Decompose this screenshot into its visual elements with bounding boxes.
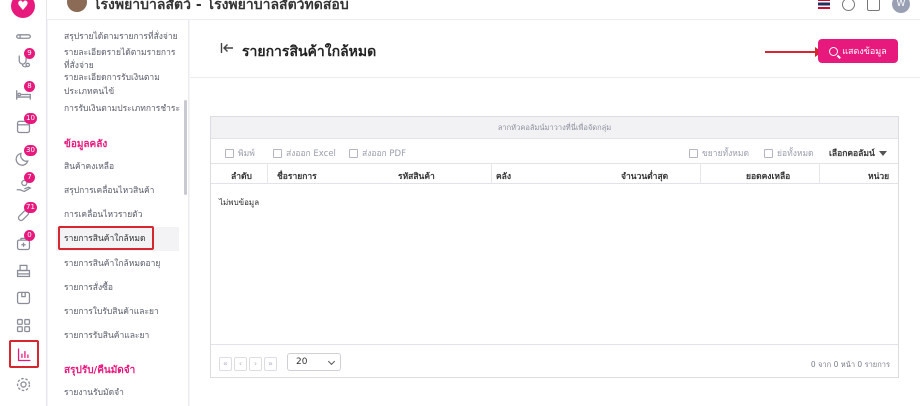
column-header[interactable]: หน่วย — [868, 169, 889, 183]
export-excel-button[interactable]: ส่งออก Excel — [273, 146, 336, 160]
badge: 8 — [24, 81, 35, 92]
help-icon[interactable] — [842, 0, 855, 11]
cash-register-icon[interactable] — [0, 257, 47, 283]
expand-all-label: ขยายทั้งหมด — [702, 149, 750, 159]
show-data-button[interactable]: แสดงข้อมูล — [818, 39, 898, 63]
choose-columns-button[interactable]: เลือกคอลัมน์ — [829, 146, 887, 160]
top-bar: โรงพยาบาลสัตว์ - โรงพยาบาลสัตว์ทดสอบ W — [47, 0, 920, 20]
print-button[interactable]: พิมพ์ — [225, 146, 255, 160]
search-icon — [829, 46, 839, 56]
last-page-button[interactable]: » — [264, 357, 277, 371]
hand-care-icon[interactable]: 7 — [0, 172, 47, 198]
badge: 9 — [24, 48, 35, 59]
menu-item[interactable]: ประเภทคนไข้ — [64, 86, 114, 98]
icon-rail: ♥ 9 8 10 30 7 71 0 — [0, 0, 47, 406]
settings-gear-icon[interactable] — [0, 371, 47, 397]
moon-icon[interactable]: 30 — [0, 145, 47, 171]
pill-icon[interactable]: 71 — [0, 202, 47, 228]
column-header[interactable]: คลัง — [496, 169, 511, 183]
badge: 10 — [24, 113, 37, 124]
menu-item[interactable]: รายการสินค้าใกล้หมดอายุ — [64, 258, 160, 270]
menu-item[interactable]: รายละเอียดการรับเงินตาม — [64, 72, 160, 84]
user-avatar[interactable]: W — [892, 0, 910, 13]
print-label: พิมพ์ — [238, 149, 255, 159]
hospital-avatar — [67, 0, 87, 12]
expand-all-button[interactable]: ขยายทั้งหมด — [689, 146, 749, 160]
section-title-inventory: ข้อมูลคลัง — [64, 139, 108, 150]
page-header: รายการสินค้าใกล้หมด แสดงข้อมูล — [190, 20, 920, 78]
hospital-title: โรงพยาบาลสัตว์ - โรงพยาบาลสัตว์ทดสอบ — [93, 0, 349, 13]
report-chart-icon[interactable] — [9, 340, 39, 368]
column-header[interactable]: ยอดคงเหลือ — [746, 169, 790, 183]
menu-item[interactable]: การเคลื่อนไหวรายตัว — [64, 209, 142, 221]
page-size-select[interactable]: 20 — [287, 353, 341, 371]
group-drop-zone[interactable]: ลากหัวคอลัมน์มาวางที่นี่เพื่อจัดกลุ่ม — [211, 117, 898, 139]
prev-page-button[interactable]: ‹ — [234, 357, 247, 371]
menu-scrollbar[interactable] — [184, 100, 187, 195]
printer-icon — [225, 148, 234, 158]
collapse-icon — [764, 148, 773, 158]
caret-down-icon — [878, 150, 887, 156]
excel-icon — [273, 148, 282, 158]
menu-item[interactable]: รายงานรับมัดจำ — [64, 387, 124, 399]
column-header-row: ลำดับ ชื่อรายการ รหัสสินค้า คลัง จำนวนต่… — [211, 164, 898, 184]
menu-item[interactable]: การรับเงินตามประเภทการชำระ — [64, 103, 180, 115]
chevron-down-icon — [327, 357, 336, 366]
badge: 0 — [24, 230, 35, 241]
thermometer-icon[interactable] — [0, 23, 47, 49]
badge: 7 — [24, 172, 35, 183]
pdf-icon — [349, 148, 358, 158]
collapse-all-button[interactable]: ย่อทั้งหมด — [764, 146, 814, 160]
column-separator — [267, 164, 268, 184]
heart-logo-icon[interactable]: ♥ — [11, 0, 35, 18]
expand-icon — [689, 148, 698, 158]
pagination-bar: « ‹ › » 20 0 จาก 0 หน้า 0 รายการ — [211, 344, 898, 378]
thai-flag-icon[interactable] — [818, 0, 830, 9]
box-icon[interactable] — [0, 284, 47, 310]
menu-item[interactable]: รายละเอียดรายได้ตามรายการ — [64, 47, 175, 59]
menu-item[interactable]: รายการสั่งซื้อ — [64, 282, 113, 294]
bed-icon[interactable]: 8 — [0, 81, 47, 107]
data-grid: ลากหัวคอลัมน์มาวางที่นี่เพื่อจัดกลุ่ม พิ… — [210, 116, 899, 378]
column-header[interactable]: ชื่อรายการ — [277, 169, 317, 183]
badge: 30 — [24, 145, 37, 156]
column-header[interactable]: ลำดับ — [231, 169, 252, 183]
report-menu: สรุปรายได้ตามรายการที่สั่งจ่าย รายละเอีย… — [48, 20, 189, 406]
badge: 71 — [24, 202, 37, 213]
stethoscope-icon[interactable]: 9 — [0, 48, 47, 74]
show-data-label: แสดงข้อมูล — [842, 47, 887, 57]
pagination-info: 0 จาก 0 หน้า 0 รายการ — [810, 360, 890, 369]
collapse-back-icon[interactable] — [220, 41, 234, 55]
column-header[interactable]: จำนวนต่ำสุด — [621, 169, 668, 183]
page-size-value: 20 — [296, 357, 308, 367]
menu-item[interactable]: รายการใบรับสินค้าและยา — [64, 306, 159, 318]
column-separator — [819, 164, 820, 184]
calendar-icon[interactable]: 10 — [0, 113, 47, 139]
column-separator — [491, 164, 492, 184]
notification-icon[interactable] — [867, 0, 880, 11]
main-content: รายการสินค้าใกล้หมด แสดงข้อมูล ลากหัวคอล… — [190, 20, 920, 406]
menu-item[interactable]: สินค้าคงเหลือ — [64, 161, 114, 173]
apps-grid-icon[interactable] — [0, 312, 47, 338]
menu-item-low-stock[interactable]: รายการสินค้าใกล้หมด — [64, 233, 146, 245]
annotation-arrow — [765, 47, 822, 57]
page-title: รายการสินค้าใกล้หมด — [242, 44, 377, 60]
export-pdf-label: ส่งออก PDF — [362, 149, 406, 159]
menu-item[interactable]: รายการรับสินค้าและยา — [64, 330, 149, 342]
column-separator — [700, 164, 701, 184]
grid-toolbar: พิมพ์ ส่งออก Excel ส่งออก PDF ขยายทั้งหม… — [211, 139, 898, 164]
menu-item[interactable]: ที่สั่งจ่าย — [64, 60, 94, 72]
medical-bag-icon[interactable]: 0 — [0, 230, 47, 256]
column-header[interactable]: รหัสสินค้า — [398, 169, 435, 183]
first-page-button[interactable]: « — [219, 357, 232, 371]
no-data-message: ไม่พบข้อมูล — [219, 198, 260, 207]
choose-columns-label: เลือกคอลัมน์ — [829, 149, 875, 159]
menu-item[interactable]: สรุปการเคลื่อนไหวสินค้า — [64, 185, 154, 197]
collapse-all-label: ย่อทั้งหมด — [777, 149, 814, 159]
section-title-deposit: สรุปรับ/คืนมัดจำ — [64, 365, 136, 376]
menu-item[interactable]: สรุปรายได้ตามรายการที่สั่งจ่าย — [64, 31, 178, 43]
next-page-button[interactable]: › — [249, 357, 262, 371]
export-pdf-button[interactable]: ส่งออก PDF — [349, 146, 406, 160]
export-excel-label: ส่งออก Excel — [286, 149, 336, 159]
